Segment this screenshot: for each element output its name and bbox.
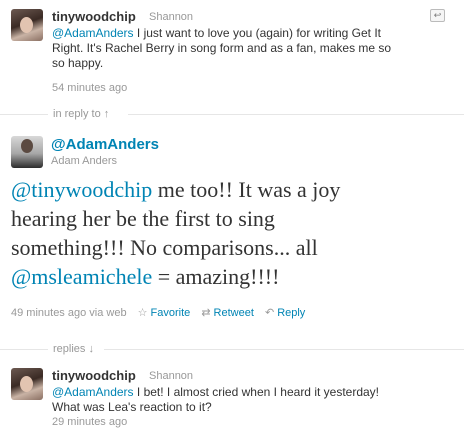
arrow-down-icon: ↓ [88,343,94,355]
arrow-up-icon: ↑ [103,108,110,120]
tweet-actions: 49 minutes ago via web ☆ Favorite ⇄ Retwee… [11,306,305,319]
full-name-shannon: Shannon [149,11,194,23]
full-name-adam-anders: Adam Anders [51,155,118,167]
replies-link[interactable]: replies ↓ [53,343,94,355]
timestamp-1[interactable]: 54 minutes ago [52,82,127,94]
avatar-adamanders[interactable] [11,136,43,168]
mention-link-reply[interactable]: @AdamAnders [52,385,134,399]
main-tweet-text: @tinywoodchip me too!! It was a joy hear… [11,177,341,289]
main-timestamp[interactable]: 49 minutes ago [11,307,86,319]
mention-msleamichele[interactable]: @msleamichele [11,264,152,289]
favorite-button[interactable]: ☆ Favorite [138,307,191,319]
in-reply-to-link[interactable]: in reply to ↑ [53,108,109,120]
via-source: via web [89,307,127,319]
handle-adamanders[interactable]: @AdamAnders [51,136,159,153]
retweet-icon: ⇄ [201,307,211,319]
screen-name-tinywoodchip-reply[interactable]: tinywoodchip [52,368,136,383]
mention-tinywoodchip[interactable]: @tinywoodchip [11,177,152,202]
avatar-tinywoodchip[interactable] [11,9,43,41]
avatar-tinywoodchip-reply[interactable] [11,368,43,400]
retweet-button[interactable]: ⇄ Retweet [201,307,254,319]
reply-arrow-icon[interactable]: ↩ [430,9,445,22]
star-icon: ☆ [137,307,148,319]
tweet-text-3: @AdamAnders I bet! I almost cried when I… [52,385,380,414]
screen-name-tinywoodchip[interactable]: tinywoodchip [52,9,136,24]
tweet-text-1: @AdamAnders I just want to love you (aga… [52,26,392,70]
full-name-shannon-reply: Shannon [149,370,194,382]
mention-link[interactable]: @AdamAnders [52,26,134,40]
reply-button[interactable]: ↶ Reply [265,307,305,319]
reply-arrow-icon: ↶ [264,307,275,319]
timestamp-3[interactable]: 29 minutes ago [52,416,127,428]
